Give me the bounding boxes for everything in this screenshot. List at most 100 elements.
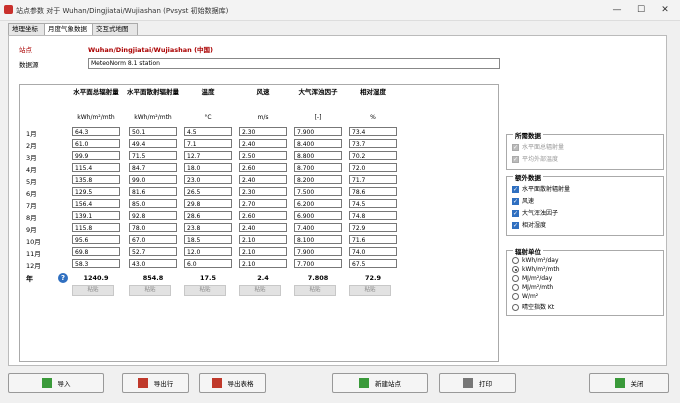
data-cell[interactable]: 2.30 xyxy=(239,127,287,136)
data-cell[interactable]: 7.700 xyxy=(294,259,342,268)
unit-wm2-radio[interactable]: W/m² xyxy=(512,293,538,300)
import-button[interactable]: 导入 xyxy=(8,373,104,393)
print-button[interactable]: 打印 xyxy=(439,373,516,393)
data-cell[interactable]: 52.7 xyxy=(129,247,177,256)
data-cell[interactable]: 84.7 xyxy=(129,163,177,172)
data-cell[interactable]: 6.0 xyxy=(184,259,232,268)
data-cell[interactable]: 7.500 xyxy=(294,187,342,196)
data-cell[interactable]: 2.70 xyxy=(239,199,287,208)
minimize-icon[interactable]: — xyxy=(606,3,628,17)
extra-wind-checkbox[interactable]: ✓ 风速 xyxy=(512,196,534,205)
data-cell[interactable]: 71.7 xyxy=(349,175,397,184)
data-cell[interactable]: 2.30 xyxy=(239,187,287,196)
data-cell[interactable]: 2.40 xyxy=(239,223,287,232)
data-cell[interactable]: 26.5 xyxy=(184,187,232,196)
data-cell[interactable]: 6.200 xyxy=(294,199,342,208)
data-cell[interactable]: 6.900 xyxy=(294,211,342,220)
unit-kt-radio[interactable]: 晴空指数 Kt xyxy=(512,302,554,311)
data-cell[interactable]: 8.700 xyxy=(294,163,342,172)
data-cell[interactable]: 95.6 xyxy=(72,235,120,244)
dataset-field[interactable]: MeteoNorm 8.1 station xyxy=(88,58,500,69)
data-cell[interactable]: 2.40 xyxy=(239,139,287,148)
data-cell[interactable]: 2.40 xyxy=(239,175,287,184)
data-cell[interactable]: 74.0 xyxy=(349,247,397,256)
paste-button[interactable]: 粘贴 xyxy=(294,285,336,296)
data-cell[interactable]: 85.0 xyxy=(129,199,177,208)
data-cell[interactable]: 2.60 xyxy=(239,163,287,172)
data-cell[interactable]: 8.800 xyxy=(294,151,342,160)
paste-button[interactable]: 粘贴 xyxy=(349,285,391,296)
extra-humidity-checkbox[interactable]: ✓ 相对湿度 xyxy=(512,220,546,229)
unit-kwh-day-radio[interactable]: kWh/m²/day xyxy=(512,257,559,264)
data-cell[interactable]: 115.4 xyxy=(72,163,120,172)
data-cell[interactable]: 23.0 xyxy=(184,175,232,184)
data-cell[interactable]: 67.5 xyxy=(349,259,397,268)
data-cell[interactable]: 23.8 xyxy=(184,223,232,232)
data-cell[interactable]: 156.4 xyxy=(72,199,120,208)
unit-mj-mth-radio[interactable]: MJ/m²/mth xyxy=(512,284,553,291)
data-cell[interactable]: 43.0 xyxy=(129,259,177,268)
data-cell[interactable]: 72.9 xyxy=(349,223,397,232)
data-cell[interactable]: 2.50 xyxy=(239,151,287,160)
data-cell[interactable]: 81.6 xyxy=(129,187,177,196)
data-cell[interactable]: 50.1 xyxy=(129,127,177,136)
data-cell[interactable]: 99.9 xyxy=(72,151,120,160)
data-cell[interactable]: 7.1 xyxy=(184,139,232,148)
unit-mj-day-radio[interactable]: MJ/m²/day xyxy=(512,275,552,282)
data-cell[interactable]: 139.1 xyxy=(72,211,120,220)
data-cell[interactable]: 78.0 xyxy=(129,223,177,232)
data-cell[interactable]: 7.900 xyxy=(294,247,342,256)
export-row-button[interactable]: 导出行 xyxy=(122,373,189,393)
data-cell[interactable]: 28.6 xyxy=(184,211,232,220)
data-cell[interactable]: 29.8 xyxy=(184,199,232,208)
paste-button[interactable]: 粘贴 xyxy=(184,285,226,296)
data-cell[interactable]: 8.100 xyxy=(294,235,342,244)
data-cell[interactable]: 18.5 xyxy=(184,235,232,244)
data-cell[interactable]: 74.5 xyxy=(349,199,397,208)
data-cell[interactable]: 72.0 xyxy=(349,163,397,172)
data-cell[interactable]: 7.900 xyxy=(294,127,342,136)
data-cell[interactable]: 67.0 xyxy=(129,235,177,244)
data-cell[interactable]: 7.400 xyxy=(294,223,342,232)
data-cell[interactable]: 69.8 xyxy=(72,247,120,256)
data-cell[interactable]: 64.3 xyxy=(72,127,120,136)
data-cell[interactable]: 135.8 xyxy=(72,175,120,184)
data-cell[interactable]: 73.7 xyxy=(349,139,397,148)
close-button[interactable]: 关闭 xyxy=(589,373,669,393)
data-cell[interactable]: 2.10 xyxy=(239,235,287,244)
data-cell[interactable]: 74.8 xyxy=(349,211,397,220)
data-cell[interactable]: 61.0 xyxy=(72,139,120,148)
data-cell[interactable]: 12.0 xyxy=(184,247,232,256)
data-cell[interactable]: 99.0 xyxy=(129,175,177,184)
export-table-button[interactable]: 导出表格 xyxy=(199,373,266,393)
unit-kwh-mth-radio[interactable]: kWh/m²/mth xyxy=(512,266,560,273)
data-cell[interactable]: 12.7 xyxy=(184,151,232,160)
data-cell[interactable]: 8.400 xyxy=(294,139,342,148)
paste-button[interactable]: 粘贴 xyxy=(239,285,281,296)
data-cell[interactable]: 18.0 xyxy=(184,163,232,172)
data-cell[interactable]: 49.4 xyxy=(129,139,177,148)
paste-button[interactable]: 粘贴 xyxy=(129,285,171,296)
data-cell[interactable]: 4.5 xyxy=(184,127,232,136)
data-cell[interactable]: 70.2 xyxy=(349,151,397,160)
data-cell[interactable]: 71.5 xyxy=(129,151,177,160)
close-icon[interactable]: ✕ xyxy=(654,3,676,17)
data-cell[interactable]: 8.200 xyxy=(294,175,342,184)
paste-button[interactable]: 粘贴 xyxy=(72,285,114,296)
extra-diffuse-checkbox[interactable]: ✓ 水平面散射辐射量 xyxy=(512,184,570,193)
data-cell[interactable]: 2.60 xyxy=(239,211,287,220)
data-cell[interactable]: 58.3 xyxy=(72,259,120,268)
data-cell[interactable]: 2.10 xyxy=(239,247,287,256)
data-cell[interactable]: 78.6 xyxy=(349,187,397,196)
data-cell[interactable]: 71.6 xyxy=(349,235,397,244)
data-cell[interactable]: 73.4 xyxy=(349,127,397,136)
tab-interactive-map[interactable]: 交互式地图 xyxy=(92,23,138,35)
data-cell[interactable]: 129.5 xyxy=(72,187,120,196)
data-cell[interactable]: 2.10 xyxy=(239,259,287,268)
data-cell[interactable]: 92.8 xyxy=(129,211,177,220)
extra-turbidity-checkbox[interactable]: ✓ 大气浑浊因子 xyxy=(512,208,558,217)
maximize-icon[interactable]: ☐ xyxy=(630,3,652,17)
new-site-button[interactable]: 新建站点 xyxy=(332,373,428,393)
tab-geographic[interactable]: 地理坐标 xyxy=(8,23,46,35)
data-cell[interactable]: 115.8 xyxy=(72,223,120,232)
